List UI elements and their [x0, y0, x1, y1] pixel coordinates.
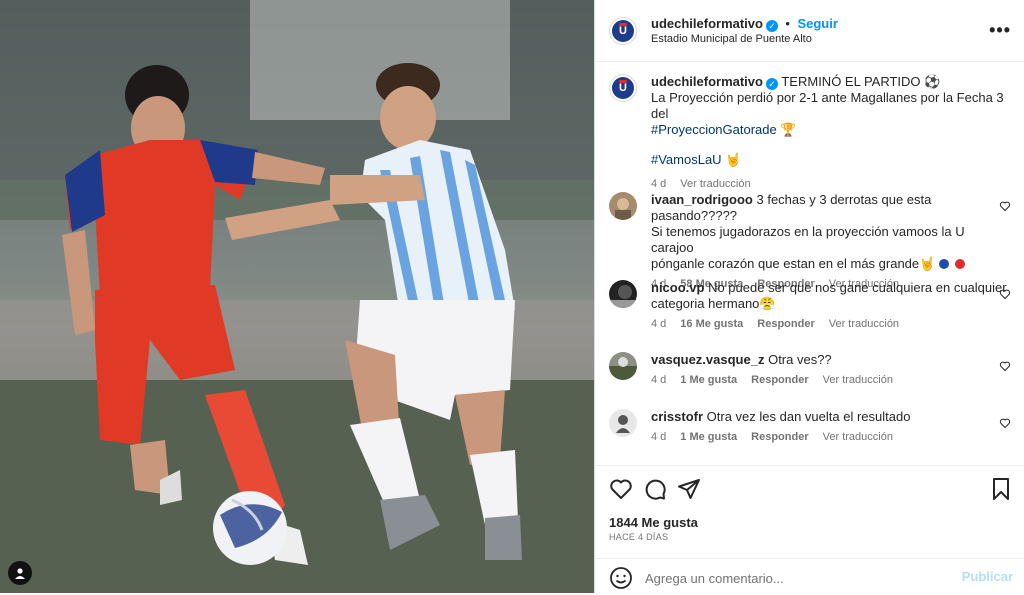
reply-button[interactable]: Responder: [757, 318, 814, 330]
caption-line2: La Proyección perdió por 2-1 ante Magall…: [651, 90, 1004, 121]
publish-button[interactable]: Publicar: [962, 569, 1013, 584]
share-icon[interactable]: [677, 477, 701, 501]
separator-dot: •: [785, 16, 790, 31]
author-avatar[interactable]: U: [609, 17, 637, 45]
blue-circle-emoji: [939, 259, 950, 269]
comment-icon[interactable]: [643, 477, 667, 501]
caption: U udechileformativo ✓ TERMINÓ EL PARTIDO …: [609, 74, 1009, 190]
more-icon[interactable]: •••: [989, 20, 1011, 41]
caption-line1: TERMINÓ EL PARTIDO ⚽: [781, 74, 941, 89]
comment-text: pónganle corazón que estan en el más gra…: [651, 256, 936, 271]
reply-button[interactable]: Responder: [751, 431, 808, 443]
like-comment-icon[interactable]: [999, 417, 1011, 429]
commenter-avatar[interactable]: [609, 192, 637, 220]
bookmark-icon[interactable]: [989, 477, 1013, 501]
translate-link[interactable]: Ver traducción: [680, 178, 750, 190]
hashtag-link[interactable]: #VamosLaU: [651, 152, 722, 167]
post-location[interactable]: Estadio Municipal de Puente Alto: [651, 33, 812, 45]
verified-icon: ✓: [765, 78, 778, 90]
rock-emoji: 🤘: [725, 152, 742, 167]
comment-item: vasquez.vasque_z Otra ves?? 4 d 1 Me gust…: [609, 352, 1011, 386]
post-header: U udechileformativo ✓ • Seguir Estadio Mu…: [595, 0, 1024, 62]
comment-text: Si tenemos jugadorazos en la proyección …: [651, 224, 965, 255]
like-comment-icon[interactable]: [999, 360, 1011, 372]
commenter-avatar[interactable]: [609, 409, 637, 437]
comments-list[interactable]: U udechileformativo ✓ TERMINÓ EL PARTIDO …: [595, 62, 1024, 462]
comment-text: Otra vez les dan vuelta el resultado: [706, 409, 911, 424]
comment-username[interactable]: vasquez.vasque_z: [651, 352, 764, 367]
comment-time: 4 d: [651, 374, 667, 386]
comment-text: No puede ser que nos gane cualquiera en …: [708, 280, 1007, 295]
comment-item: nicoo.vp No puede ser que nos gane cualq…: [609, 280, 1011, 330]
comment-username[interactable]: ivaan_rodrigooo: [651, 192, 753, 207]
translate-link[interactable]: Ver traducción: [823, 431, 893, 443]
comment-item: ivaan_rodrigooo 3 fechas y 3 derrotas qu…: [609, 192, 1011, 290]
caption-avatar[interactable]: U: [609, 74, 637, 102]
comment-input[interactable]: [643, 567, 947, 589]
comment-username[interactable]: crisstofr: [651, 409, 703, 424]
comment-text: categoria hermano😤: [651, 296, 776, 311]
user-tag-icon[interactable]: [8, 561, 32, 585]
red-circle-emoji: [955, 259, 966, 269]
translate-link[interactable]: Ver traducción: [829, 318, 899, 330]
commenter-avatar[interactable]: [609, 352, 637, 380]
comment-text: Otra ves??: [768, 352, 832, 367]
verified-icon: ✓: [765, 20, 778, 32]
hashtag-link[interactable]: #ProyeccionGatorade: [651, 122, 777, 137]
comment-time: 4 d: [651, 318, 667, 330]
reply-button[interactable]: Responder: [751, 374, 808, 386]
post-date: HACE 4 DÍAS: [609, 532, 669, 542]
trophy-emoji: 🏆: [780, 122, 797, 137]
comment-likes[interactable]: 1 Me gusta: [680, 431, 737, 443]
like-comment-icon[interactable]: [999, 288, 1011, 300]
heart-icon[interactable]: [609, 477, 633, 501]
post-panel: U udechileformativo ✓ • Seguir Estadio Mu…: [594, 0, 1024, 593]
emoji-icon[interactable]: [609, 566, 633, 590]
like-count[interactable]: 1844 Me gusta: [609, 515, 698, 530]
action-bar: 1844 Me gusta HACE 4 DÍAS Publicar: [595, 465, 1024, 594]
caption-time: 4 d: [651, 178, 667, 190]
comment-time: 4 d: [651, 431, 667, 443]
post-photo[interactable]: [0, 0, 594, 593]
caption-username[interactable]: udechileformativo: [651, 74, 763, 89]
follow-button[interactable]: Seguir: [797, 16, 837, 31]
comment-likes[interactable]: 1 Me gusta: [680, 374, 737, 386]
author-username[interactable]: udechileformativo: [651, 16, 763, 31]
comment-username[interactable]: nicoo.vp: [651, 280, 704, 295]
comment-item: crisstofr Otra vez les dan vuelta el res…: [609, 409, 1011, 443]
commenter-avatar[interactable]: [609, 280, 637, 308]
translate-link[interactable]: Ver traducción: [823, 374, 893, 386]
like-comment-icon[interactable]: [999, 200, 1011, 212]
comment-likes[interactable]: 16 Me gusta: [680, 318, 743, 330]
comment-composer: Publicar: [595, 558, 1024, 595]
